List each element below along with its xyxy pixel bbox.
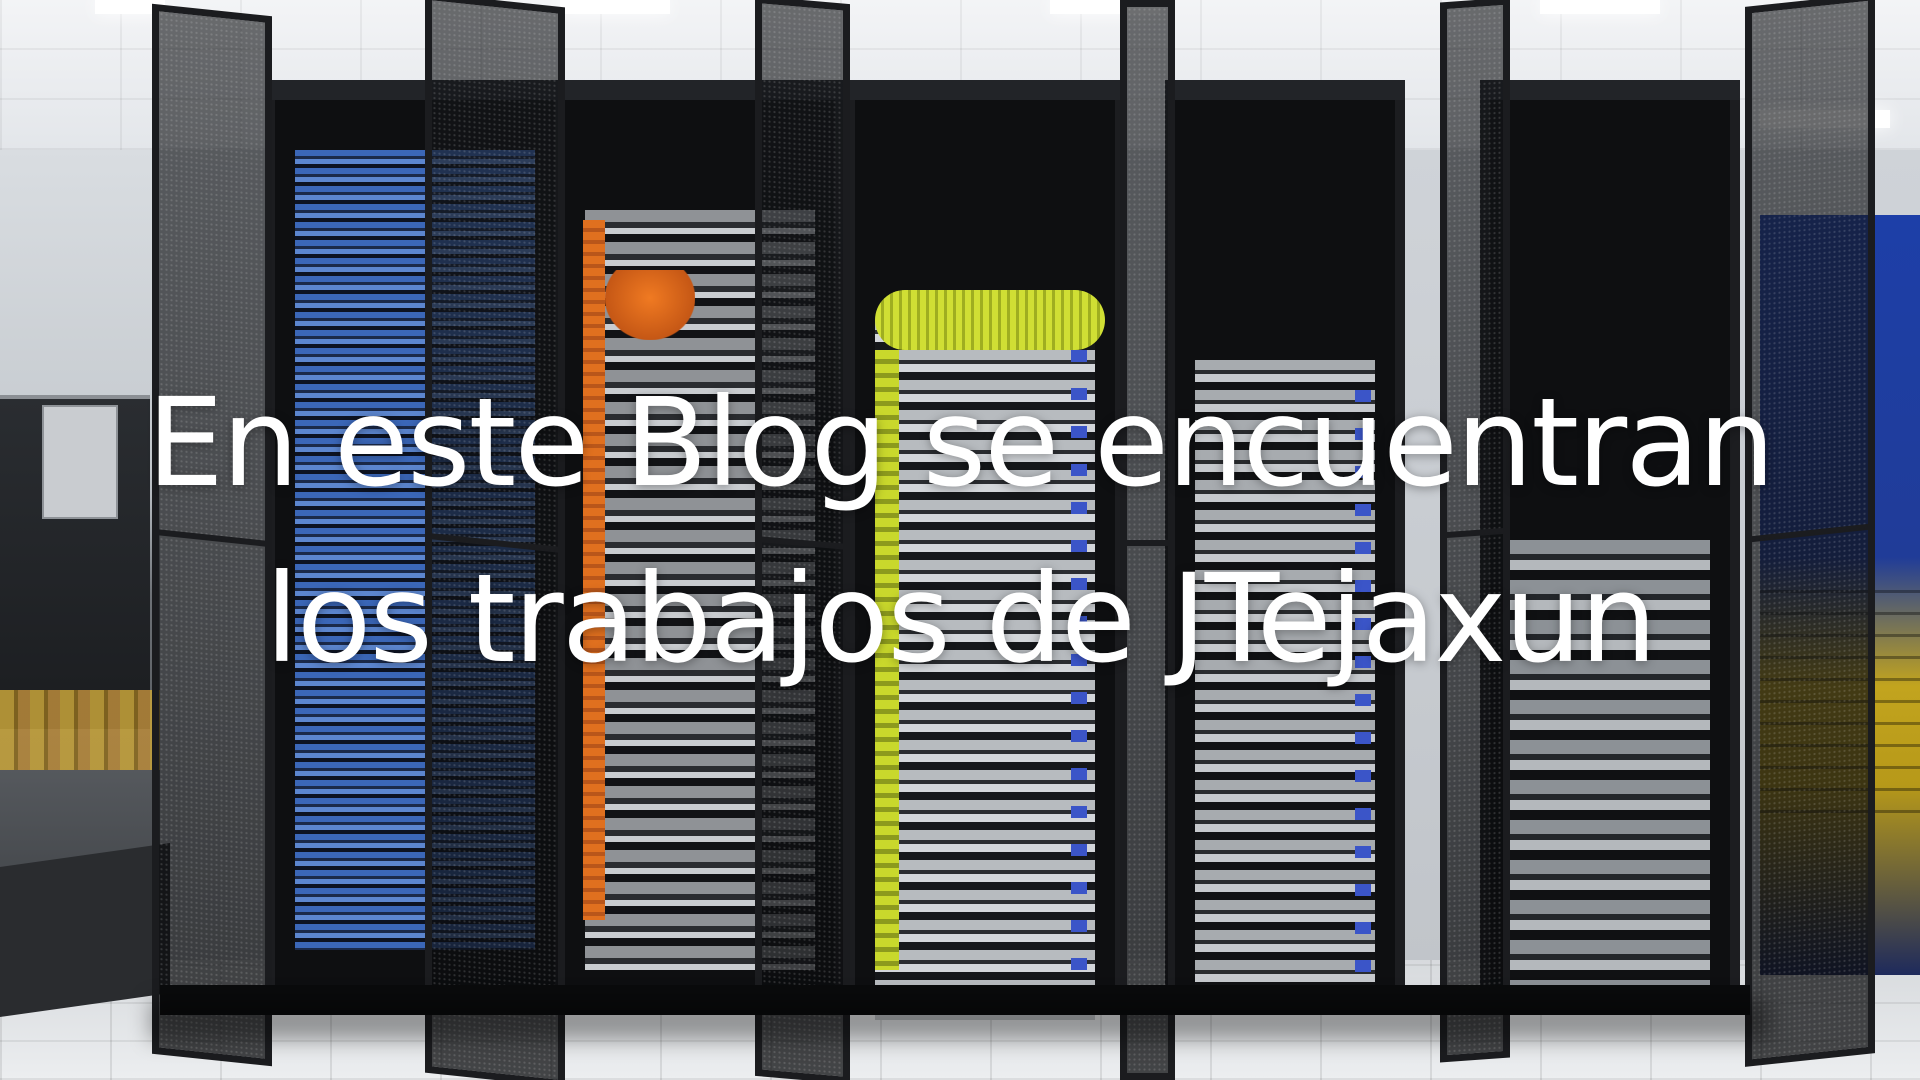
- orange-cable-bundle: [605, 270, 695, 340]
- headline-line-1: En este Blog se encuentran: [146, 372, 1776, 514]
- floor-shadow: [150, 1000, 1770, 1040]
- blog-headline: En este Blog se encuentran los trabajos …: [0, 355, 1920, 707]
- headline-line-2: los trabajos de JTejaxun: [264, 548, 1657, 690]
- ceiling-light: [560, 0, 670, 14]
- ceiling-light: [1540, 0, 1660, 14]
- yellow-cable-bundle: [875, 290, 1105, 350]
- floor-mat: [0, 843, 170, 1017]
